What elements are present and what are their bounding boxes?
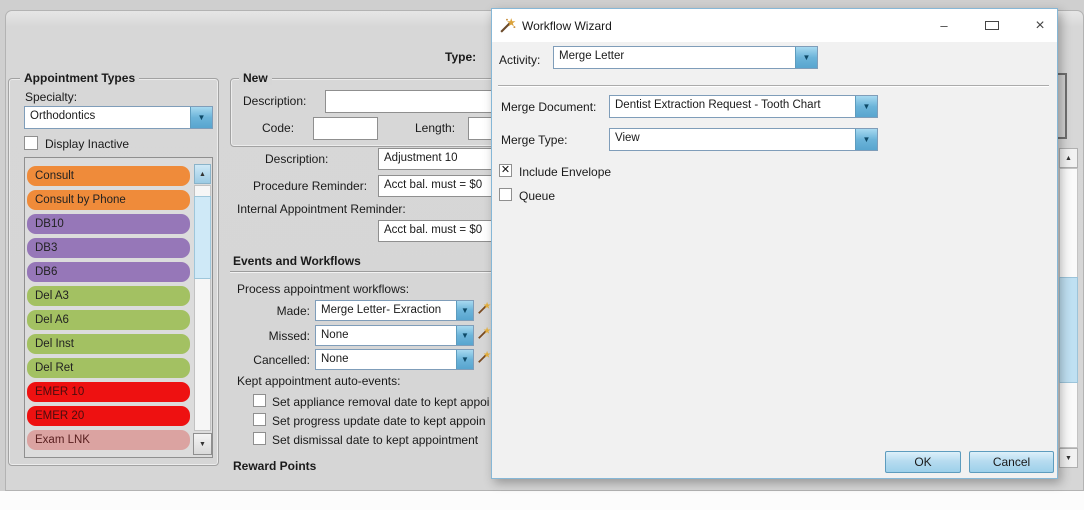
close-button[interactable]: ×	[1033, 17, 1047, 35]
merge-document-select[interactable]: Dentist Extraction Request - Tooth Chart…	[609, 95, 878, 118]
cancelled-workflow-select[interactable]: None ▼	[315, 349, 474, 370]
chevron-down-icon[interactable]: ▼	[855, 129, 877, 150]
list-item[interactable]: DB10	[27, 214, 190, 234]
list-item[interactable]: Exam LNK	[27, 430, 190, 450]
wand-icon	[499, 17, 516, 34]
merge-type-value: View	[610, 129, 855, 150]
chevron-down-icon[interactable]: ▼	[855, 96, 877, 117]
appointment-types-title: Appointment Types	[20, 71, 139, 85]
display-inactive-label: Display Inactive	[45, 137, 129, 151]
list-item[interactable]: EMER 10	[27, 382, 190, 402]
bottom-strip	[0, 491, 1084, 510]
chevron-down-icon[interactable]: ▼	[456, 350, 473, 369]
list-item[interactable]: DB3	[27, 238, 190, 258]
screen: Type: Appointment Types Specialty: Ortho…	[0, 0, 1084, 510]
workflow-wizard-dialog: Workflow Wizard – × Activity: Merge Lett…	[491, 8, 1058, 479]
list-item[interactable]: DB6	[27, 262, 190, 282]
list-item[interactable]: Consult	[27, 166, 190, 186]
include-envelope-label: Include Envelope	[519, 165, 611, 179]
dismissal-date-label: Set dismissal date to kept appointment	[272, 433, 497, 447]
specialty-value: Orthodontics	[25, 107, 190, 128]
scroll-down-icon[interactable]: ▼	[1059, 448, 1078, 468]
activity-value: Merge Letter	[554, 47, 795, 68]
reward-points-title: Reward Points	[233, 459, 316, 472]
dialog-separator	[498, 85, 1049, 87]
include-envelope-checkbox[interactable]: ✕	[499, 164, 512, 177]
events-workflows-title: Events and Workflows	[233, 254, 361, 268]
wand-icon[interactable]	[477, 301, 491, 315]
dialog-titlebar[interactable]: Workflow Wizard – ×	[492, 9, 1057, 42]
chevron-down-icon[interactable]: ▼	[456, 301, 473, 320]
missed-label: Missed:	[230, 329, 310, 343]
appointment-type-items: Consult Consult by Phone DB10 DB3 DB6 Del A3 D…	[27, 166, 192, 454]
list-item[interactable]: Del A3	[27, 286, 190, 306]
dialog-title: Workflow Wizard	[522, 19, 612, 33]
appointment-type-list: Consult Consult by Phone DB10 DB3 DB6 Del A3 D…	[24, 157, 213, 458]
new-length-label: Length:	[415, 121, 455, 135]
chevron-down-icon[interactable]: ▼	[456, 326, 473, 345]
list-dropdown-button[interactable]: ▼	[193, 433, 212, 455]
display-inactive-checkbox[interactable]	[24, 136, 38, 150]
queue-label: Queue	[519, 189, 555, 203]
new-code-label: Code:	[262, 121, 294, 135]
missed-workflow-select[interactable]: None ▼	[315, 325, 474, 346]
merge-document-label: Merge Document:	[501, 100, 596, 114]
procedure-reminder-label: Procedure Reminder:	[253, 179, 367, 193]
missed-workflow-value: None	[316, 326, 456, 345]
cancelled-label: Cancelled:	[230, 353, 310, 367]
description-field[interactable]: Adjustment 10	[378, 148, 505, 170]
queue-checkbox[interactable]	[499, 188, 512, 201]
made-workflow-select[interactable]: Merge Letter- Exraction ▼	[315, 300, 474, 321]
specialty-label: Specialty:	[25, 90, 77, 104]
list-item[interactable]: Del Inst	[27, 334, 190, 354]
list-item[interactable]: Del A6	[27, 310, 190, 330]
internal-reminder-label: Internal Appointment Reminder:	[237, 202, 406, 216]
merge-type-label: Merge Type:	[501, 133, 567, 147]
list-item[interactable]: EMER 20	[27, 406, 190, 426]
list-scrollbar-thumb[interactable]	[194, 196, 211, 279]
right-scrollbar-thumb[interactable]	[1059, 277, 1078, 383]
scroll-up-icon[interactable]: ▲	[194, 164, 211, 184]
events-separator	[230, 271, 505, 273]
minimize-button[interactable]: –	[937, 18, 951, 33]
kept-auto-events-label: Kept appointment auto-events:	[237, 374, 400, 388]
appliance-removal-checkbox[interactable]	[253, 394, 266, 407]
type-label: Type:	[445, 50, 476, 64]
new-group-title: New	[239, 71, 272, 85]
progress-update-label: Set progress update date to kept appoin	[272, 414, 497, 428]
scroll-up-icon[interactable]: ▲	[1059, 148, 1078, 168]
appliance-removal-label: Set appliance removal date to kept appoi	[272, 395, 497, 409]
made-workflow-value: Merge Letter- Exraction	[316, 301, 456, 320]
chevron-down-icon[interactable]: ▼	[190, 107, 212, 128]
wand-icon[interactable]	[477, 326, 491, 340]
specialty-select[interactable]: Orthodontics ▼	[24, 106, 213, 129]
merge-document-value: Dentist Extraction Request - Tooth Chart	[610, 96, 855, 117]
new-description-label: Description:	[243, 94, 306, 108]
list-item[interactable]: Consult by Phone	[27, 190, 190, 210]
maximize-icon	[985, 21, 999, 30]
chevron-down-icon[interactable]: ▼	[795, 47, 817, 68]
activity-label: Activity:	[499, 53, 540, 67]
procedure-reminder-field[interactable]: Acct bal. must = $0	[378, 175, 505, 197]
dismissal-date-checkbox[interactable]	[253, 432, 266, 445]
maximize-button[interactable]	[985, 18, 999, 33]
new-code-input[interactable]	[313, 117, 378, 140]
new-description-input[interactable]	[325, 90, 503, 113]
progress-update-checkbox[interactable]	[253, 413, 266, 426]
wand-icon[interactable]	[477, 350, 491, 364]
cancelled-workflow-value: None	[316, 350, 456, 369]
ok-button[interactable]: OK	[885, 451, 961, 473]
cancel-button[interactable]: Cancel	[969, 451, 1054, 473]
process-workflows-label: Process appointment workflows:	[237, 282, 409, 296]
made-label: Made:	[230, 304, 310, 318]
description-label: Description:	[265, 152, 328, 166]
activity-select[interactable]: Merge Letter ▼	[553, 46, 818, 69]
list-item[interactable]: Del Ret	[27, 358, 190, 378]
internal-reminder-field[interactable]: Acct bal. must = $0	[378, 220, 505, 242]
merge-type-select[interactable]: View ▼	[609, 128, 878, 151]
